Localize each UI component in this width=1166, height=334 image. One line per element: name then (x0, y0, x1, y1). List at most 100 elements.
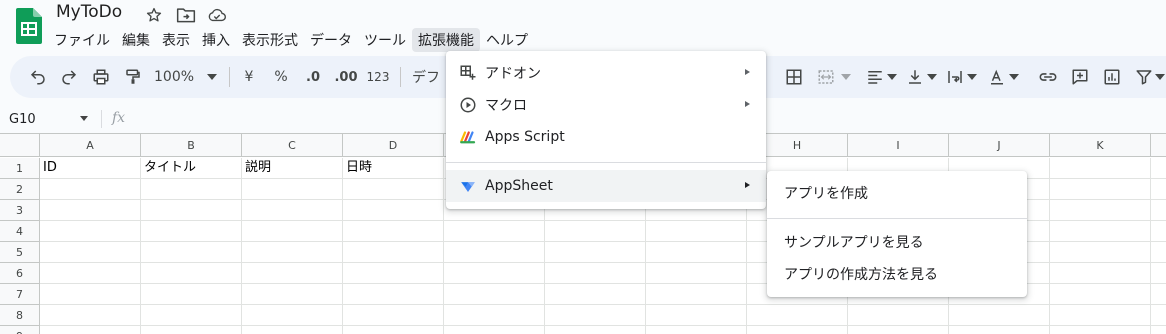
column-header-i[interactable]: I (848, 134, 949, 157)
column-header-a[interactable]: A (40, 134, 141, 157)
grid-cell[interactable] (1050, 221, 1151, 242)
menu-help[interactable]: ヘルプ (480, 28, 534, 52)
menu-item-addons[interactable]: アドオン (446, 57, 766, 89)
menu-view[interactable]: 表示 (156, 28, 196, 52)
column-header-d[interactable]: D (343, 134, 444, 157)
grid-cell[interactable] (747, 326, 848, 334)
grid-cell[interactable] (1151, 284, 1166, 305)
grid-cell[interactable] (646, 242, 747, 263)
grid-cell[interactable] (545, 305, 646, 326)
increase-decimal-button[interactable]: .00 (332, 56, 360, 98)
grid-cell[interactable] (40, 221, 141, 242)
grid-cell[interactable] (141, 305, 242, 326)
menu-extensions[interactable]: 拡張機能 (412, 28, 480, 52)
merge-cells-icon[interactable] (814, 56, 838, 98)
rotation-dropdown-icon[interactable] (1008, 56, 1020, 98)
menu-item-appsheet[interactable]: AppSheet (446, 170, 766, 202)
menu-format[interactable]: 表示形式 (236, 28, 304, 52)
grid-cell[interactable] (1050, 284, 1151, 305)
grid-cell[interactable] (848, 326, 949, 334)
grid-cell[interactable] (1050, 242, 1151, 263)
grid-cell[interactable] (1050, 179, 1151, 200)
grid-cell[interactable] (40, 179, 141, 200)
grid-cell[interactable] (343, 179, 444, 200)
row-header-5[interactable]: 5 (0, 242, 40, 263)
row-header-4[interactable]: 4 (0, 221, 40, 242)
grid-cell[interactable] (40, 242, 141, 263)
cell-a1[interactable]: ID (40, 158, 141, 179)
cell-c1[interactable]: 説明 (242, 158, 343, 179)
zoom-select[interactable]: 100% (154, 56, 200, 98)
column-header-b[interactable]: B (141, 134, 242, 157)
row-header-2[interactable]: 2 (0, 179, 40, 200)
grid-cell[interactable] (949, 326, 1050, 334)
grid-cell[interactable] (1050, 326, 1151, 334)
grid-cell[interactable] (1050, 305, 1151, 326)
zoom-dropdown-icon[interactable] (206, 56, 218, 98)
grid-cell[interactable] (545, 242, 646, 263)
grid-cell[interactable] (343, 326, 444, 334)
borders-icon[interactable] (782, 56, 806, 98)
insert-chart-icon[interactable] (1100, 56, 1124, 98)
row-header-9[interactable]: 9 (0, 326, 40, 334)
select-all-corner[interactable] (0, 134, 40, 157)
grid-cell[interactable] (242, 221, 343, 242)
name-box[interactable]: G10 (0, 106, 100, 132)
grid-cell[interactable] (545, 326, 646, 334)
grid-cell[interactable] (646, 221, 747, 242)
menu-file[interactable]: ファイル (48, 28, 116, 52)
grid-cell[interactable] (1151, 179, 1166, 200)
grid-cell[interactable] (444, 284, 545, 305)
row-header-7[interactable]: 7 (0, 284, 40, 305)
grid-cell[interactable] (141, 221, 242, 242)
grid-cell[interactable] (141, 263, 242, 284)
cloud-saved-icon[interactable] (207, 6, 227, 24)
grid-cell[interactable] (242, 326, 343, 334)
grid-cell[interactable] (242, 179, 343, 200)
grid-cell[interactable] (242, 305, 343, 326)
grid-cell[interactable] (444, 263, 545, 284)
grid-cell[interactable] (242, 200, 343, 221)
column-header-l[interactable] (1151, 134, 1166, 157)
grid-cell[interactable] (141, 200, 242, 221)
grid-cell[interactable] (343, 305, 444, 326)
grid-cell[interactable] (343, 221, 444, 242)
filter-dropdown-icon[interactable] (1154, 56, 1166, 98)
redo-icon[interactable] (55, 56, 83, 98)
grid-cell[interactable] (343, 242, 444, 263)
grid-cell[interactable] (40, 284, 141, 305)
grid-cell[interactable] (1151, 305, 1166, 326)
undo-icon[interactable] (24, 56, 52, 98)
insert-comment-icon[interactable] (1068, 56, 1092, 98)
grid-cell[interactable] (444, 326, 545, 334)
grid-cell[interactable] (242, 284, 343, 305)
row-header-6[interactable]: 6 (0, 263, 40, 284)
grid-cell[interactable] (646, 284, 747, 305)
name-box-dropdown-icon[interactable] (80, 116, 88, 121)
grid-cell[interactable] (1151, 158, 1166, 179)
valign-dropdown-icon[interactable] (926, 56, 938, 98)
grid-cell[interactable] (545, 263, 646, 284)
grid-cell[interactable] (646, 326, 747, 334)
grid-cell[interactable] (141, 326, 242, 334)
submenu-item-how-to-create[interactable]: アプリの作成方法を見る (767, 258, 1027, 290)
cell-b1[interactable]: タイトル (141, 158, 242, 179)
grid-cell[interactable] (343, 284, 444, 305)
grid-cell[interactable] (444, 221, 545, 242)
grid-cell[interactable] (242, 242, 343, 263)
submenu-item-sample-apps[interactable]: サンプルアプリを見る (767, 226, 1027, 258)
grid-cell[interactable] (1151, 242, 1166, 263)
vertical-align-icon[interactable] (904, 56, 926, 98)
submenu-item-create-app[interactable]: アプリを作成 (767, 177, 1027, 209)
text-rotation-icon[interactable] (986, 56, 1008, 98)
grid-cell[interactable] (1050, 263, 1151, 284)
grid-cell[interactable] (646, 305, 747, 326)
grid-cell[interactable] (444, 305, 545, 326)
grid-cell[interactable] (747, 305, 848, 326)
align-dropdown-icon[interactable] (886, 56, 898, 98)
grid-cell[interactable] (1151, 200, 1166, 221)
grid-cell[interactable] (141, 242, 242, 263)
menu-insert[interactable]: 挿入 (196, 28, 236, 52)
grid-cell[interactable] (1151, 263, 1166, 284)
grid-cell[interactable] (545, 284, 646, 305)
